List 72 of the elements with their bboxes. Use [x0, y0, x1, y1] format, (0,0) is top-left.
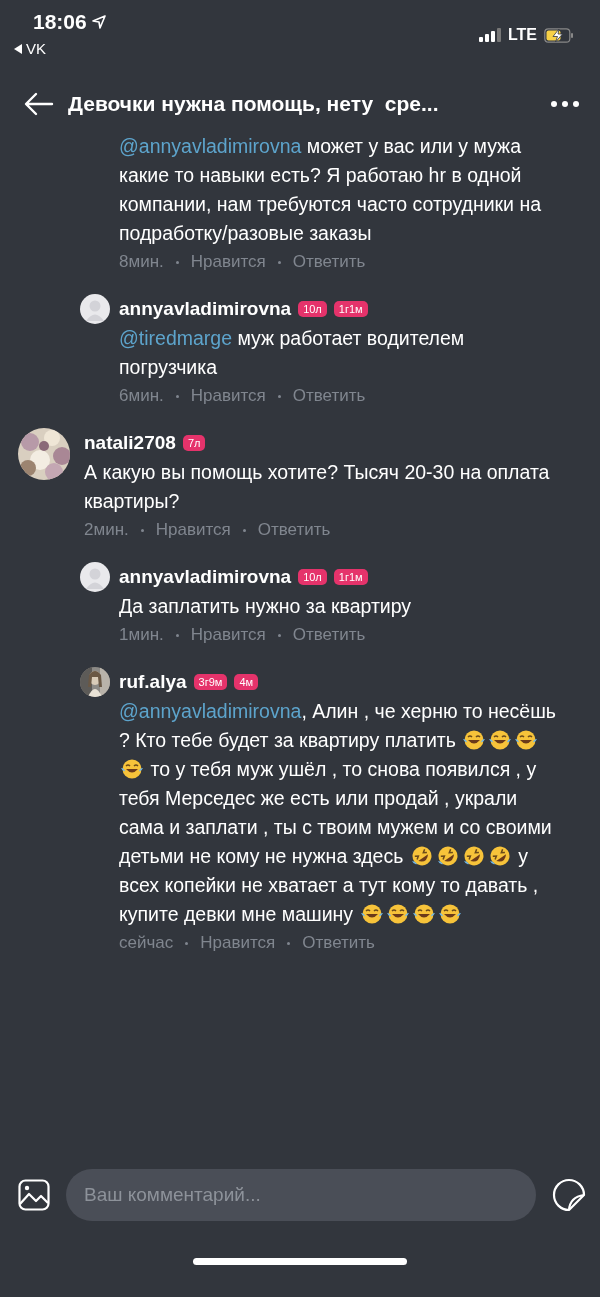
like-link[interactable]: Нравится — [200, 933, 276, 953]
timestamp: 6мин. — [119, 386, 164, 406]
back-button[interactable] — [24, 92, 54, 116]
battery-charging-icon — [544, 27, 574, 43]
status-time: 18:06 — [33, 10, 87, 34]
rolling-laughing-face-icon — [409, 845, 434, 867]
separator-dot — [287, 941, 291, 945]
rolling-laughing-face-icon — [435, 845, 460, 867]
author-name[interactable]: ruf.alya — [119, 671, 187, 693]
comment-text: @annyavladimirovna может у вас или у мужа какие то навыки есть? Я работаю hr в одной компании, нам требуются часто сотрудники на подработку/разовые заказы — [119, 134, 543, 246]
avatar-icon[interactable] — [80, 294, 110, 324]
comment-input-field[interactable]: Ваш комментарий... — [66, 1169, 536, 1221]
laughing-face-icon — [411, 903, 436, 925]
avatar-icon[interactable] — [80, 562, 110, 592]
reply-link[interactable]: Ответить — [257, 520, 331, 540]
sticker-button[interactable] — [552, 1178, 586, 1212]
badge: 7л — [182, 435, 206, 451]
comment-text: @tiredmarge муж работает водителем погрузчика — [119, 326, 466, 380]
author-name[interactable]: annyavladimirovna — [119, 566, 292, 588]
separator-dot — [242, 528, 246, 532]
laughing-face-icon — [359, 903, 384, 925]
separator-dot — [277, 260, 281, 264]
rolling-laughing-face-icon — [461, 845, 486, 867]
back-triangle-icon — [14, 43, 22, 54]
separator-dot — [175, 394, 179, 398]
image-attach-button[interactable] — [18, 1179, 50, 1211]
badge: 3г9м — [193, 674, 228, 690]
back-to-app-button[interactable]: VK — [14, 40, 46, 57]
location-arrow-icon — [91, 15, 106, 29]
laughing-face-icon — [437, 903, 462, 925]
laughing-face-icon — [385, 903, 410, 925]
author-name[interactable]: natali2708 — [84, 432, 176, 454]
badge: 4м — [234, 674, 259, 690]
comment-text: А какую вы помощь хотите? Тысяч 20-30 на оплата квартиры? — [84, 460, 551, 514]
badge: 10л — [298, 569, 327, 585]
laughing-face-icon — [120, 758, 144, 780]
comment-text: Да заплатить нужно за квартиру — [119, 594, 413, 619]
signal-icon — [478, 28, 501, 42]
more-options-button[interactable] — [550, 100, 580, 108]
timestamp: 1мин. — [119, 625, 164, 645]
timestamp: 2мин. — [84, 520, 129, 540]
separator-dot — [185, 941, 189, 945]
separator-dot — [175, 260, 179, 264]
separator-dot — [277, 394, 281, 398]
mention-link[interactable]: @annyavladimirovna — [119, 700, 302, 722]
post-title: Девочки нужна помощь, нету сре... — [68, 92, 440, 116]
laughing-face-icon — [514, 729, 539, 751]
laughing-face-icon — [462, 729, 487, 751]
separator-dot — [175, 633, 179, 637]
comment-text: @annyavladimirovna, Алин , че херню то несёшь ? Кто тебе будет за квартиру платить то у тебя муж ушёл , то снова появился , у тебя Мерседес же есть или продай , украли сама и заплати , ты с твоим мужем и со своими детьми не кому не нужна здесь у всех копейки не хватает а тут кому то давать , купите девки мне машину — [119, 699, 557, 927]
network-type: LTE — [507, 26, 537, 44]
author-name[interactable]: annyavladimirovna — [119, 298, 292, 320]
mention-link[interactable]: @tiredmarge — [119, 327, 232, 349]
mention-link[interactable]: @annyavladimirovna — [119, 135, 302, 157]
badge: 1г1м — [333, 569, 368, 585]
separator-dot — [140, 528, 144, 532]
like-link[interactable]: Нравится — [155, 520, 231, 540]
badge: 10л — [298, 301, 327, 317]
timestamp: сейчас — [119, 933, 174, 953]
home-indicator[interactable] — [193, 1257, 407, 1265]
laughing-face-icon — [488, 729, 513, 751]
reply-link[interactable]: Ответить — [292, 386, 366, 406]
like-link[interactable]: Нравится — [190, 386, 266, 406]
rolling-laughing-face-icon — [487, 845, 512, 867]
reply-link[interactable]: Ответить — [302, 933, 375, 953]
like-link[interactable]: Нравится — [190, 252, 266, 272]
like-link[interactable]: Нравится — [190, 625, 266, 645]
separator-dot — [277, 633, 281, 637]
reply-link[interactable]: Ответить — [292, 625, 366, 645]
timestamp: 8мин. — [119, 252, 164, 272]
reply-link[interactable]: Ответить — [292, 252, 366, 272]
badge: 1г1м — [333, 301, 368, 317]
